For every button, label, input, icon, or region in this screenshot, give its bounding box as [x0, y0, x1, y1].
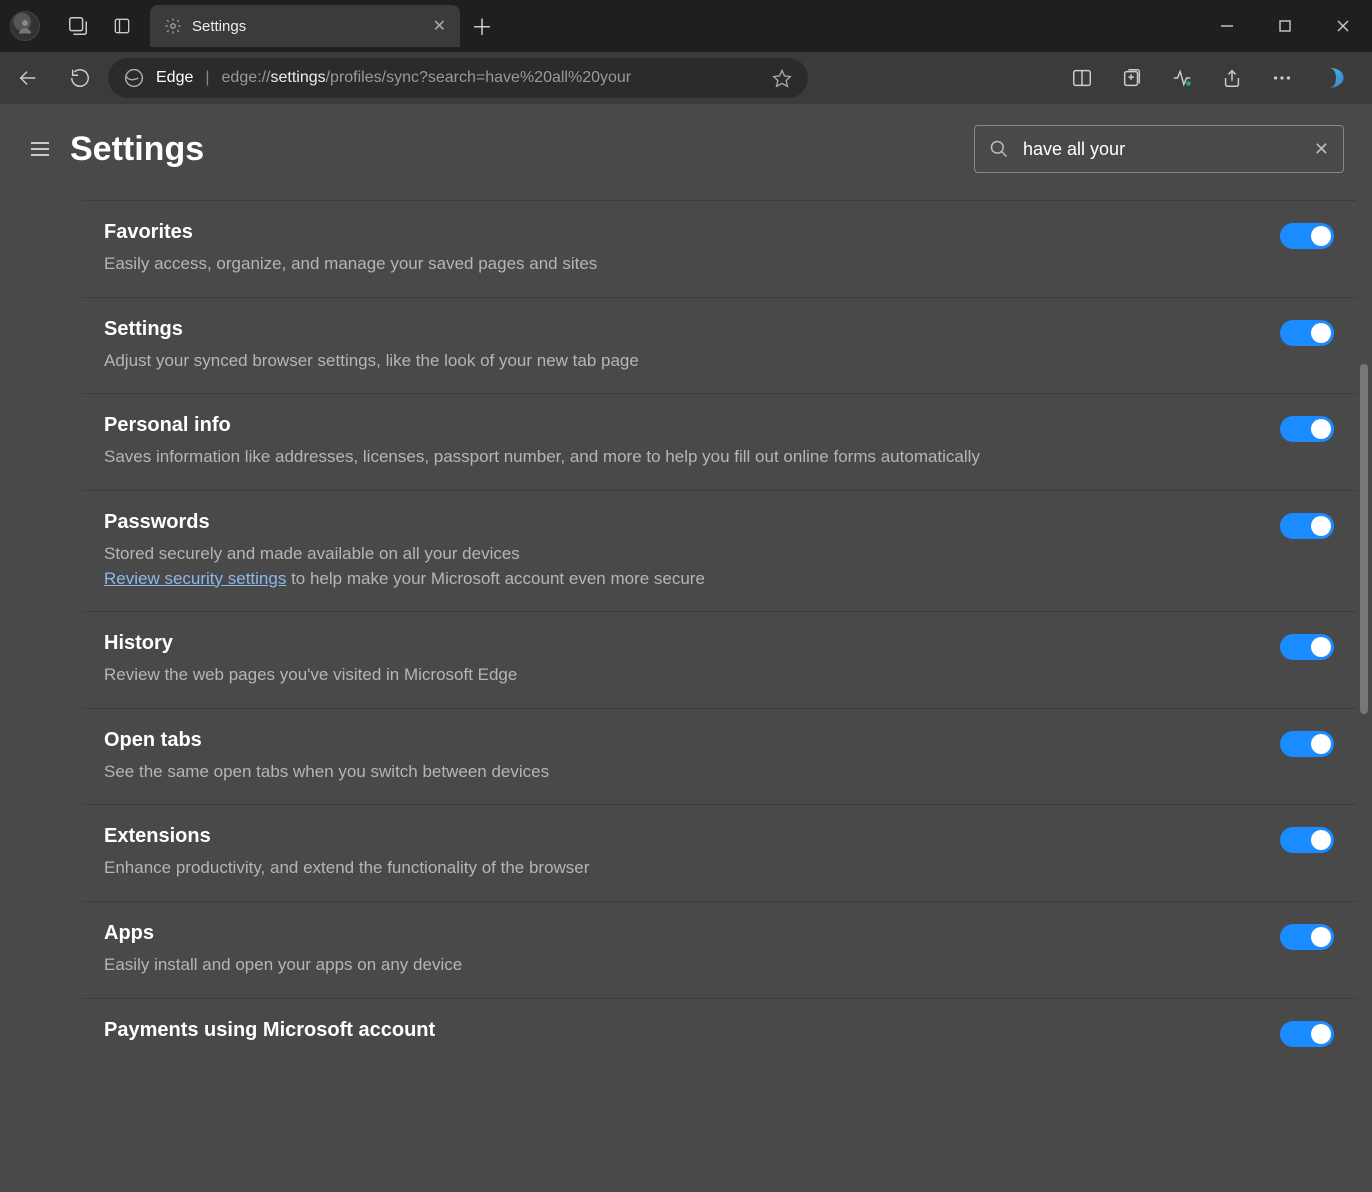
toolbar-right — [1058, 54, 1368, 102]
clear-search-button[interactable]: ✕ — [1314, 139, 1329, 160]
tab-title: Settings — [192, 18, 423, 35]
sync-item-favorites: Favorites Easily access, organize, and m… — [82, 200, 1356, 297]
item-title: Favorites — [104, 221, 1260, 244]
addr-url: edge://settings/profiles/sync?search=hav… — [222, 69, 632, 87]
sync-item-apps: Apps Easily install and open your apps o… — [82, 901, 1356, 998]
item-desc: Review the web pages you've visited in M… — [104, 663, 1260, 688]
toggle-payments[interactable] — [1280, 1021, 1334, 1047]
sync-item-personal-info: Personal info Saves information like add… — [82, 393, 1356, 490]
workspaces-icon[interactable] — [56, 4, 100, 48]
item-title: Settings — [104, 318, 1260, 341]
browser-tab[interactable]: Settings ✕ — [150, 5, 460, 47]
scrollbar[interactable] — [1360, 194, 1368, 1192]
item-desc: Saves information like addresses, licens… — [104, 445, 1260, 470]
sync-item-extensions: Extensions Enhance productivity, and ext… — [82, 804, 1356, 901]
addr-scheme-label: Edge — [156, 69, 193, 87]
performance-icon[interactable] — [1158, 54, 1206, 102]
sync-item-payments: Payments using Microsoft account — [82, 998, 1356, 1054]
toggle-favorites[interactable] — [1280, 223, 1334, 249]
titlebar: Settings ✕ ＋ — [0, 0, 1372, 52]
item-title: Payments using Microsoft account — [104, 1019, 1260, 1042]
item-desc: Easily install and open your apps on any… — [104, 953, 1260, 978]
toolbar: Edge | edge://settings/profiles/sync?sea… — [0, 52, 1372, 104]
item-title: Apps — [104, 922, 1260, 945]
profile-avatar[interactable] — [10, 11, 40, 41]
item-title: Open tabs — [104, 729, 1260, 752]
more-menu-icon[interactable] — [1258, 54, 1306, 102]
split-screen-icon[interactable] — [1058, 54, 1106, 102]
collections-icon[interactable] — [1108, 54, 1156, 102]
toggle-personal-info[interactable] — [1280, 416, 1334, 442]
hamburger-menu-icon[interactable] — [28, 137, 52, 161]
close-window-button[interactable] — [1314, 4, 1372, 48]
new-tab-button[interactable]: ＋ — [460, 4, 504, 48]
toggle-settings[interactable] — [1280, 320, 1334, 346]
sync-item-passwords: Passwords Stored securely and made avail… — [82, 490, 1356, 611]
address-bar[interactable]: Edge | edge://settings/profiles/sync?sea… — [108, 58, 808, 98]
page-title: Settings — [70, 130, 204, 169]
toggle-extensions[interactable] — [1280, 827, 1334, 853]
close-tab-button[interactable]: ✕ — [433, 16, 446, 36]
back-button[interactable] — [4, 54, 52, 102]
item-title: History — [104, 632, 1260, 655]
copilot-icon[interactable] — [1312, 54, 1360, 102]
item-title: Passwords — [104, 511, 1260, 534]
item-desc: Stored securely and made available on al… — [104, 542, 1260, 591]
sync-item-open-tabs: Open tabs See the same open tabs when yo… — [82, 708, 1356, 805]
item-title: Personal info — [104, 414, 1260, 437]
review-security-settings-link[interactable]: Review security settings — [104, 569, 286, 588]
settings-search-input[interactable] — [1023, 139, 1300, 160]
minimize-button[interactable] — [1198, 4, 1256, 48]
item-desc: Easily access, organize, and manage your… — [104, 252, 1260, 277]
addr-separator: | — [205, 69, 209, 87]
refresh-button[interactable] — [56, 54, 104, 102]
tab-actions-icon[interactable] — [100, 4, 144, 48]
search-icon — [989, 139, 1009, 159]
sync-item-history: History Review the web pages you've visi… — [82, 611, 1356, 708]
settings-app: Settings ✕ Favorites Easily access, orga… — [0, 104, 1372, 1192]
gear-icon — [164, 17, 182, 35]
favorite-star-icon[interactable] — [772, 68, 792, 88]
toggle-apps[interactable] — [1280, 924, 1334, 950]
settings-header: Settings ✕ — [0, 104, 1372, 194]
settings-search-box[interactable]: ✕ — [974, 125, 1344, 173]
scroll-thumb[interactable] — [1360, 364, 1368, 714]
toggle-history[interactable] — [1280, 634, 1334, 660]
item-desc: Enhance productivity, and extend the fun… — [104, 856, 1260, 881]
share-icon[interactable] — [1208, 54, 1256, 102]
sync-settings-list: Favorites Easily access, organize, and m… — [82, 194, 1356, 1192]
maximize-button[interactable] — [1256, 4, 1314, 48]
item-desc: Adjust your synced browser settings, lik… — [104, 349, 1260, 374]
sync-item-settings: Settings Adjust your synced browser sett… — [82, 297, 1356, 394]
item-desc: See the same open tabs when you switch b… — [104, 760, 1260, 785]
item-title: Extensions — [104, 825, 1260, 848]
toggle-passwords[interactable] — [1280, 513, 1334, 539]
toggle-open-tabs[interactable] — [1280, 731, 1334, 757]
edge-logo-icon — [124, 68, 144, 88]
